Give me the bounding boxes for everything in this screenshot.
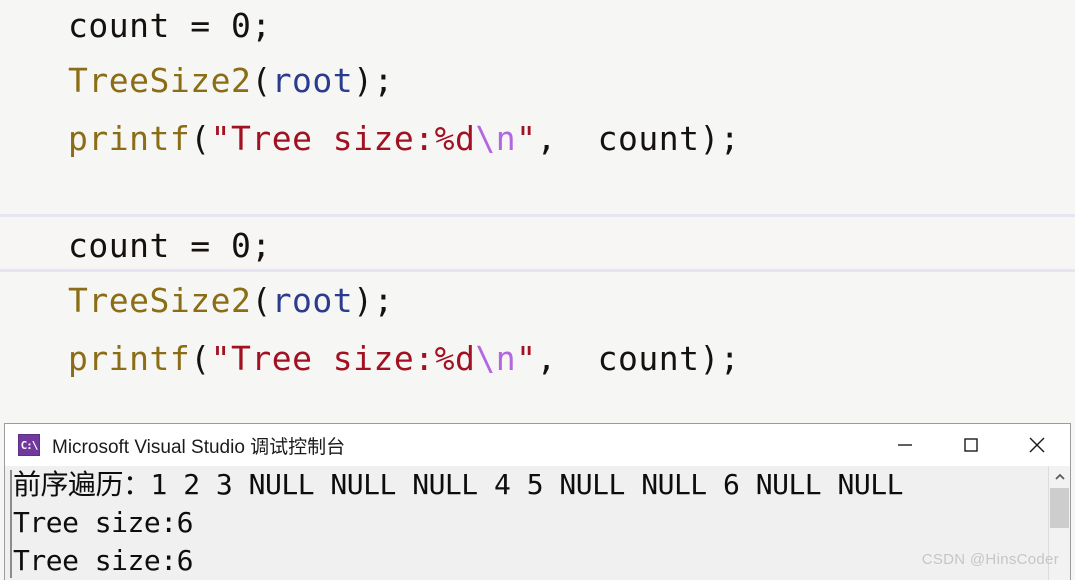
- code-token-punct: (: [251, 61, 272, 100]
- code-token-esc: \n: [475, 119, 517, 158]
- chevron-up-icon: [1054, 473, 1065, 480]
- code-token-str: "Tree size:%d: [210, 119, 476, 158]
- console-scrollbar[interactable]: [1048, 466, 1070, 580]
- code-token-func: printf: [68, 339, 191, 378]
- console-output-area[interactable]: 前序遍历：1 2 3 NULL NULL NULL 4 5 NULL NULL …: [5, 466, 1070, 580]
- code-token-func: printf: [68, 119, 191, 158]
- code-token-punct: );: [353, 281, 394, 320]
- close-button[interactable]: [1004, 424, 1070, 466]
- code-token-str: "Tree size:%d: [210, 339, 476, 378]
- console-output-line: Tree size:6: [13, 506, 193, 539]
- console-title: Microsoft Visual Studio 调试控制台: [52, 436, 346, 458]
- code-token-punct: (: [190, 339, 211, 378]
- console-titlebar[interactable]: C:\ Microsoft Visual Studio 调试控制台: [5, 424, 1070, 466]
- console-output-line: 前序遍历：1 2 3 NULL NULL NULL 4 5 NULL NULL …: [13, 468, 903, 501]
- console-cursor: [10, 470, 12, 578]
- code-line: TreeSize2(root);: [0, 272, 1075, 330]
- code-token-var: root: [271, 281, 354, 320]
- code-token-plain: count = 0;: [68, 6, 272, 45]
- code-token-str: ": [516, 339, 537, 378]
- code-token-func: TreeSize2: [68, 61, 252, 100]
- console-app-icon: C:\: [18, 434, 40, 456]
- code-block-first: count = 0; TreeSize2(root); printf("Tree s…: [0, 0, 1075, 196]
- scroll-up-button[interactable]: [1049, 466, 1070, 488]
- maximize-button[interactable]: [938, 424, 1004, 466]
- close-icon: [1029, 437, 1045, 453]
- window-controls: [872, 424, 1070, 466]
- code-token-punct: (: [251, 281, 272, 320]
- code-token-plain: , count);: [536, 339, 741, 378]
- console-output-line: Tree size:6: [13, 544, 193, 577]
- code-line: TreeSize2(root);: [0, 52, 1075, 110]
- code-token-punct: );: [353, 61, 394, 100]
- console-window: C:\ Microsoft Visual Studio 调试控制台 前序遍历：1…: [4, 423, 1071, 580]
- code-token-plain: count = 0;: [68, 226, 272, 265]
- code-token-func: TreeSize2: [68, 281, 252, 320]
- code-snippet-area: count = 0; TreeSize2(root); printf("Tree s…: [0, 0, 1075, 423]
- code-token-plain: , count);: [536, 119, 741, 158]
- code-line: count = 0;: [0, 0, 1075, 52]
- code-token-punct: (: [190, 119, 211, 158]
- code-token-str: ": [516, 119, 537, 158]
- console-output-text: 前序遍历：1 2 3 NULL NULL NULL 4 5 NULL NULL …: [13, 466, 1040, 580]
- code-line: count = 0;: [0, 214, 1075, 272]
- code-line: printf("Tree size:%d\n", count);: [0, 330, 1075, 388]
- code-token-esc: \n: [475, 339, 517, 378]
- minimize-button[interactable]: [872, 424, 938, 466]
- minimize-icon: [898, 444, 912, 446]
- code-line: printf("Tree size:%d\n", count);: [0, 110, 1075, 168]
- scrollbar-thumb[interactable]: [1050, 488, 1069, 528]
- code-block-second: count = 0; TreeSize2(root); printf("Tree s…: [0, 214, 1075, 423]
- maximize-icon: [964, 438, 978, 452]
- code-token-var: root: [271, 61, 354, 100]
